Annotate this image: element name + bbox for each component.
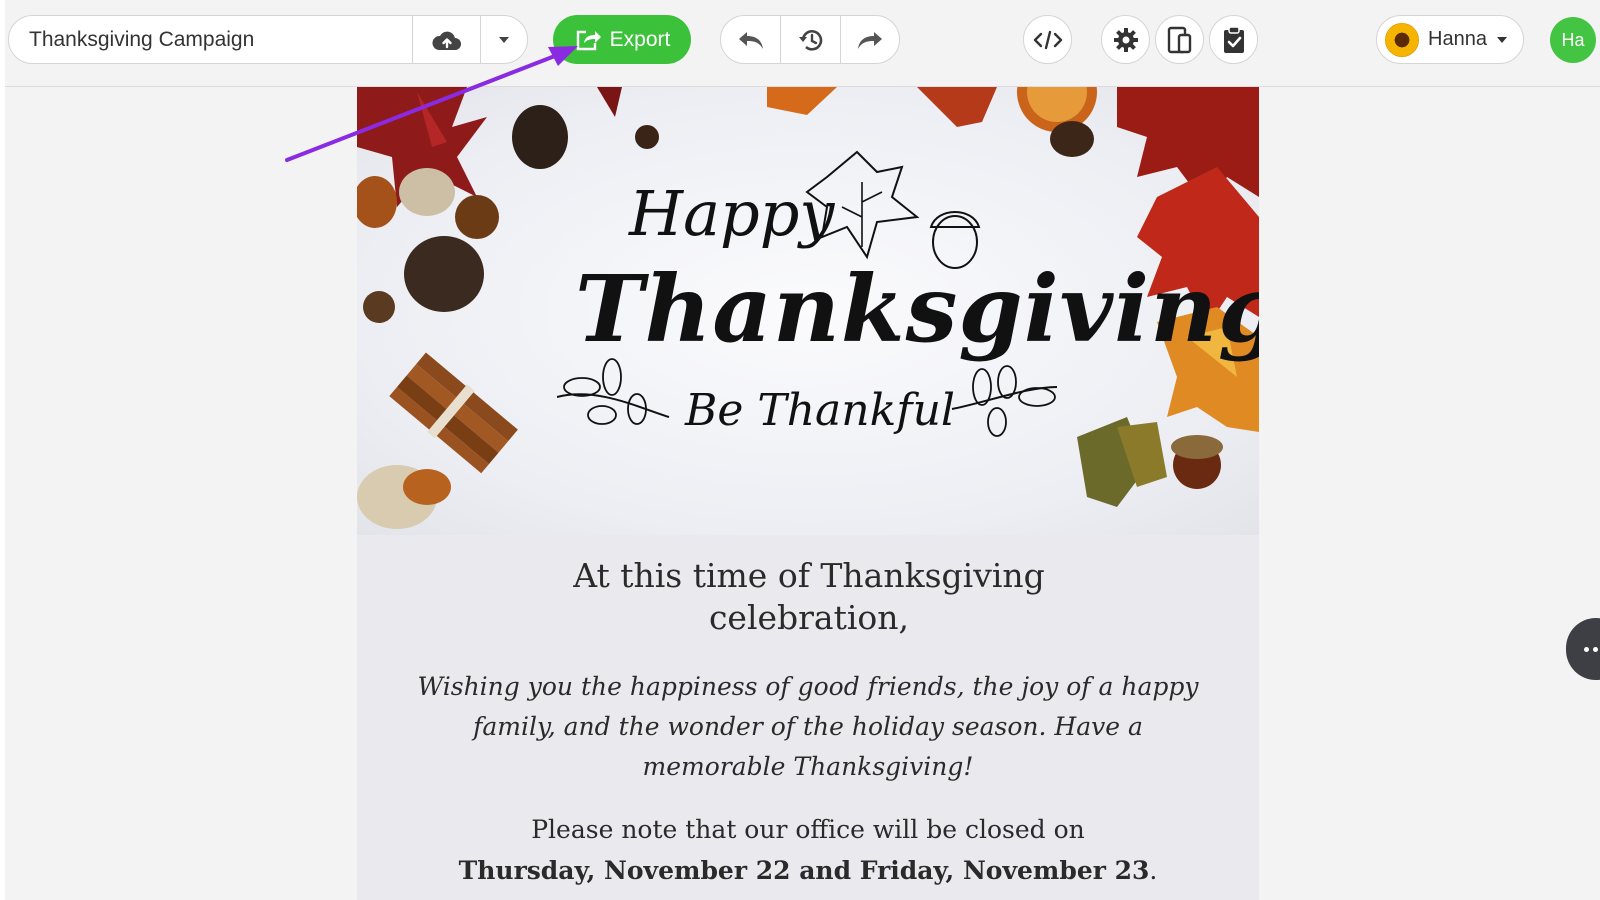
more-actions-button[interactable] (1566, 618, 1600, 680)
undo-button[interactable] (721, 16, 780, 63)
dot-icon (1593, 646, 1598, 652)
gear-icon (1113, 27, 1138, 52)
redo-button[interactable] (839, 16, 899, 63)
dot-icon (1584, 646, 1589, 652)
note-prefix: Please note that our office will be clos… (531, 815, 1085, 844)
cloud-upload-icon (432, 31, 461, 50)
user-menu-button[interactable]: Hanna (1376, 15, 1524, 64)
hero-happy-text: Happy (629, 177, 835, 250)
history-group (720, 15, 900, 64)
settings-button[interactable] (1101, 15, 1150, 64)
hero-title-text: Thanksgiving (575, 255, 1259, 363)
account-initials: Ha (1561, 29, 1585, 50)
history-button[interactable] (780, 16, 839, 63)
clipboard-check-icon (1223, 25, 1244, 53)
tasks-button[interactable] (1209, 15, 1258, 64)
editor-app: Export (5, 0, 1600, 900)
email-office-note[interactable]: Please note that our office will be clos… (417, 809, 1199, 891)
share-icon (576, 30, 601, 50)
undo-icon (738, 31, 763, 49)
sunflower-avatar (1385, 22, 1419, 57)
code-icon (1033, 30, 1062, 49)
hero-subtitle-text: Be Thankful (685, 385, 955, 436)
code-view-button[interactable] (1023, 15, 1072, 64)
caret-down-icon (1496, 36, 1507, 43)
device-preview-icon (1167, 26, 1191, 53)
export-button[interactable]: Export (553, 15, 691, 64)
note-suffix: . (1149, 856, 1158, 885)
user-name: Hanna (1428, 28, 1487, 50)
save-button[interactable] (412, 16, 480, 63)
export-label: Export (609, 27, 671, 51)
campaign-name-group (8, 15, 528, 64)
email-canvas[interactable]: Happy Thanksgiving Be Thankful At this t… (357, 87, 1259, 900)
account-avatar[interactable]: Ha (1550, 17, 1596, 63)
top-toolbar: Export (5, 0, 1600, 87)
hero-image[interactable]: Happy Thanksgiving Be Thankful (357, 87, 1259, 535)
email-heading[interactable]: At this time of Thanksgiving celebration… (537, 555, 1081, 639)
more-options-dropdown[interactable] (480, 16, 527, 63)
history-icon (798, 29, 822, 51)
campaign-name-input[interactable] (9, 16, 413, 63)
caret-down-icon (499, 36, 510, 43)
device-preview-button[interactable] (1155, 15, 1204, 64)
redo-icon (857, 31, 882, 49)
email-wish-paragraph[interactable]: Wishing you the happiness of good friend… (405, 667, 1211, 787)
note-dates: Thursday, November 22 and Friday, Novemb… (458, 856, 1150, 885)
